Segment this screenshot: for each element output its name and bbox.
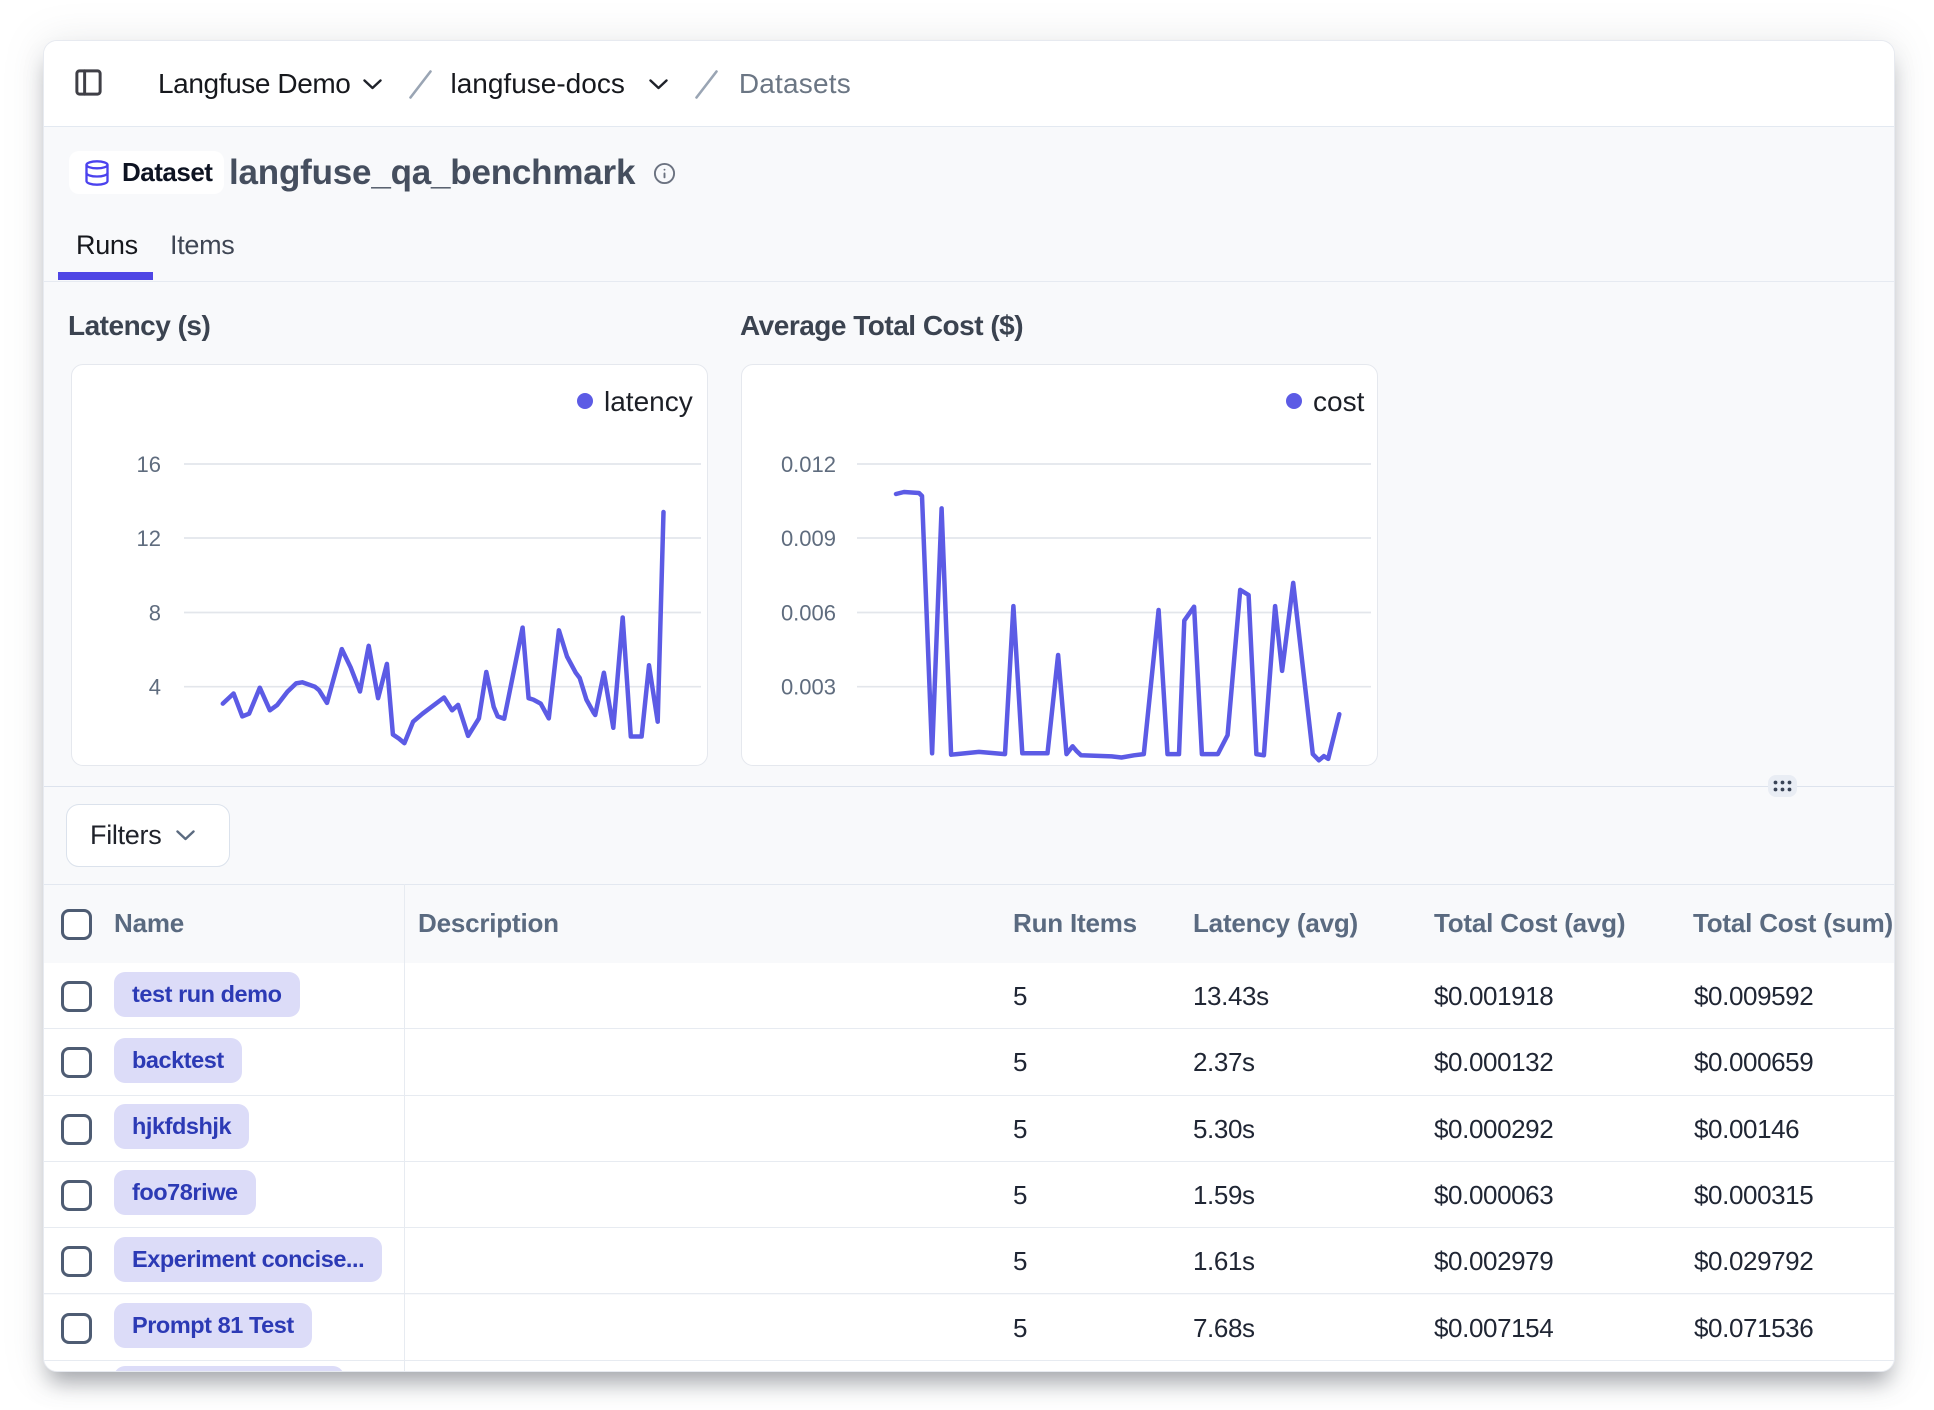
svg-text:8: 8 xyxy=(149,601,161,626)
svg-text:0.006: 0.006 xyxy=(781,601,836,626)
svg-text:16: 16 xyxy=(137,452,161,477)
svg-text:0.012: 0.012 xyxy=(781,452,836,477)
svg-text:latency: latency xyxy=(604,386,693,417)
svg-text:0.003: 0.003 xyxy=(781,675,836,700)
svg-text:4: 4 xyxy=(149,675,161,700)
svg-text:0.009: 0.009 xyxy=(781,526,836,551)
svg-text:cost: cost xyxy=(1313,386,1365,417)
svg-text:12: 12 xyxy=(137,526,161,551)
